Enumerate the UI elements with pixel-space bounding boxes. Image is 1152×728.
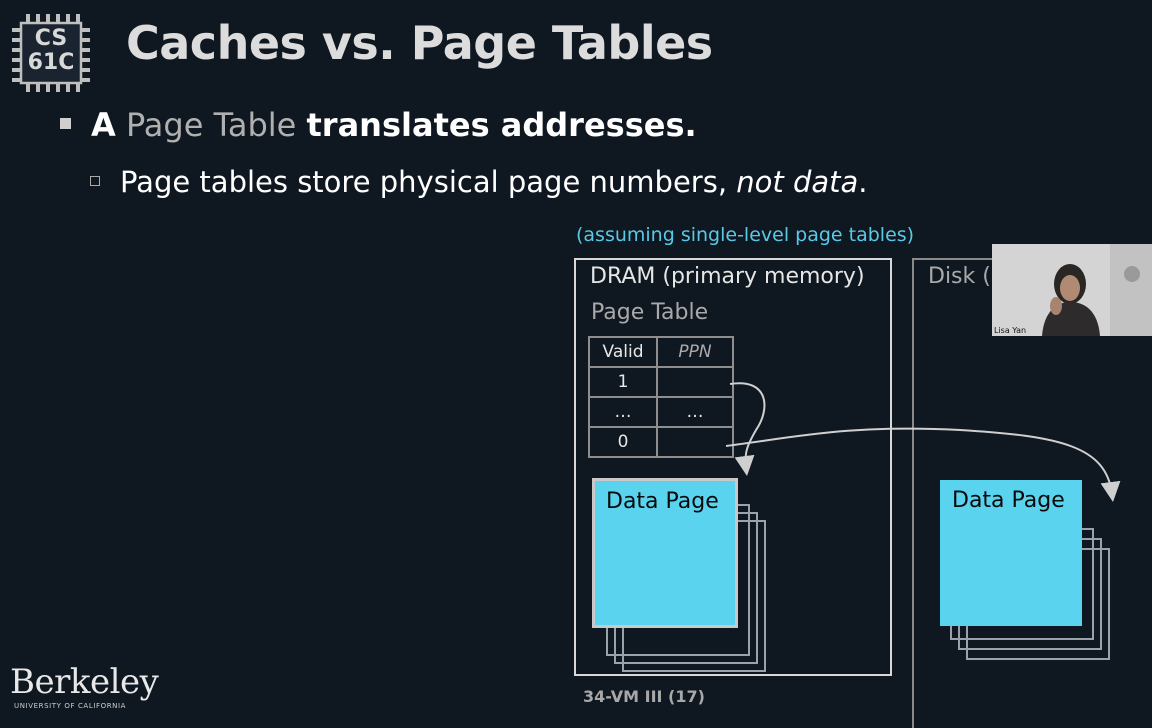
arrow-to-dram-page: [729, 382, 766, 476]
berkeley-logo: Berkeley: [10, 662, 159, 702]
presenter-image: [992, 244, 1152, 336]
arrow-to-disk-page: [725, 427, 1121, 502]
presenter-video[interactable]: [992, 244, 1152, 336]
presenter-name: Lisa Yan: [994, 326, 1027, 335]
berkeley-subtitle: UNIVERSITY OF CALIFORNIA: [14, 702, 127, 710]
pointer-arrows: [725, 382, 1121, 502]
slide-reference: 34-VM III (17): [583, 687, 705, 706]
